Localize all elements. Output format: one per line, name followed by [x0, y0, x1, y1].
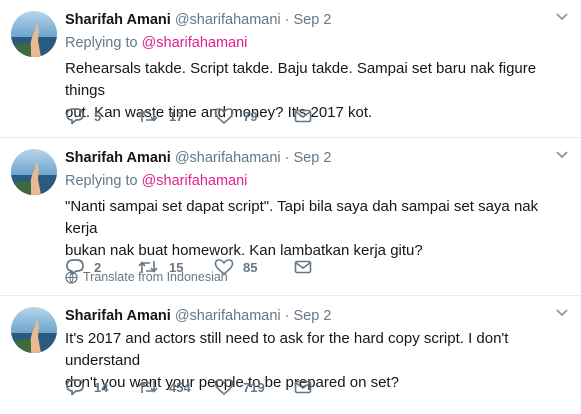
replying-to-label: Replying to: [65, 173, 138, 189]
reply-mention-link[interactable]: @sharifahamani: [142, 35, 248, 51]
separator-dot: ·: [284, 308, 290, 324]
direct-message-button[interactable]: [294, 260, 312, 274]
replying-to-label: Replying to: [65, 35, 138, 51]
tweet-text: "Nanti sampai set dapat script". Tapi bi…: [65, 196, 569, 262]
chevron-down-icon[interactable]: [555, 150, 569, 160]
author-handle[interactable]: @sharifahamani: [175, 149, 281, 167]
direct-message-button[interactable]: [294, 109, 312, 123]
like-button[interactable]: 79: [214, 107, 294, 125]
reply-button[interactable]: 2: [65, 258, 137, 276]
author-name[interactable]: Sharifah Amani: [65, 149, 171, 167]
retweet-button[interactable]: 15: [137, 259, 214, 275]
tweet-text-line: "Nanti sampai set dapat script". Tapi bi…: [65, 198, 539, 237]
heart-icon: [214, 259, 234, 275]
tweet[interactable]: Sharifah Amani @sharifahamani · Sep 2 Re…: [0, 0, 581, 138]
retweet-icon: [138, 261, 158, 273]
reply-count: 14: [94, 379, 109, 395]
separator-dot: ·: [284, 12, 290, 28]
retweet-button[interactable]: 454: [137, 379, 214, 395]
envelope-icon: [294, 380, 312, 394]
retweet-icon: [138, 381, 158, 393]
retweet-button[interactable]: 17: [137, 108, 214, 124]
author-name[interactable]: Sharifah Amani: [65, 307, 171, 325]
separator-dot: ·: [284, 150, 290, 166]
author-name[interactable]: Sharifah Amani: [65, 11, 171, 29]
tweet[interactable]: Sharifah Amani @sharifahamani · Sep 2 It…: [0, 296, 581, 414]
tweet-header: Sharifah Amani @sharifahamani · Sep 2: [65, 11, 569, 29]
replying-to: Replying to @sharifahamani: [65, 172, 569, 190]
reply-button[interactable]: 14: [65, 378, 137, 396]
like-button[interactable]: 719: [214, 378, 294, 396]
retweet-icon: [138, 110, 158, 122]
retweet-count: 15: [169, 259, 184, 275]
tweet[interactable]: Sharifah Amani @sharifahamani · Sep 2 Re…: [0, 138, 581, 296]
tweet-header: Sharifah Amani @sharifahamani · Sep 2: [65, 149, 569, 167]
replying-to: Replying to @sharifahamani: [65, 34, 569, 52]
reply-icon: [66, 108, 84, 125]
tweet-timeline: Sharifah Amani @sharifahamani · Sep 2 Re…: [0, 0, 581, 414]
reply-mention-link[interactable]: @sharifahamani: [142, 173, 248, 189]
like-count: 79: [243, 108, 258, 124]
tweet-header: Sharifah Amani @sharifahamani · Sep 2: [65, 307, 569, 325]
reply-count: 5: [94, 108, 102, 124]
tweet-actions: 14 454 719: [65, 378, 312, 396]
direct-message-button[interactable]: [294, 380, 312, 394]
tweet-actions: 2 15 85: [65, 258, 312, 276]
like-button[interactable]: 85: [214, 258, 294, 276]
timestamp[interactable]: Sep 2: [293, 149, 331, 167]
chevron-down-icon[interactable]: [555, 308, 569, 318]
like-count: 719: [243, 379, 265, 395]
reply-button[interactable]: 5: [65, 107, 137, 125]
reply-icon: [66, 379, 84, 396]
timestamp[interactable]: Sep 2: [293, 307, 331, 325]
like-count: 85: [243, 259, 258, 275]
retweet-count: 454: [169, 379, 191, 395]
retweet-count: 17: [169, 108, 184, 124]
author-handle[interactable]: @sharifahamani: [175, 307, 281, 325]
reply-count: 2: [94, 259, 102, 275]
timestamp[interactable]: Sep 2: [293, 11, 331, 29]
avatar[interactable]: [11, 307, 57, 353]
tweet-text-line: Rehearsals takde. Script takde. Baju tak…: [65, 60, 537, 99]
envelope-icon: [294, 109, 312, 123]
reply-icon: [66, 259, 84, 276]
heart-icon: [214, 108, 234, 124]
tweet-actions: 5 17 79: [65, 107, 312, 125]
avatar[interactable]: [11, 11, 57, 57]
author-handle[interactable]: @sharifahamani: [175, 11, 281, 29]
envelope-icon: [294, 260, 312, 274]
avatar[interactable]: [11, 149, 57, 195]
tweet-text-line: It's 2017 and actors still need to ask f…: [65, 330, 509, 369]
heart-icon: [214, 379, 234, 395]
chevron-down-icon[interactable]: [555, 12, 569, 22]
